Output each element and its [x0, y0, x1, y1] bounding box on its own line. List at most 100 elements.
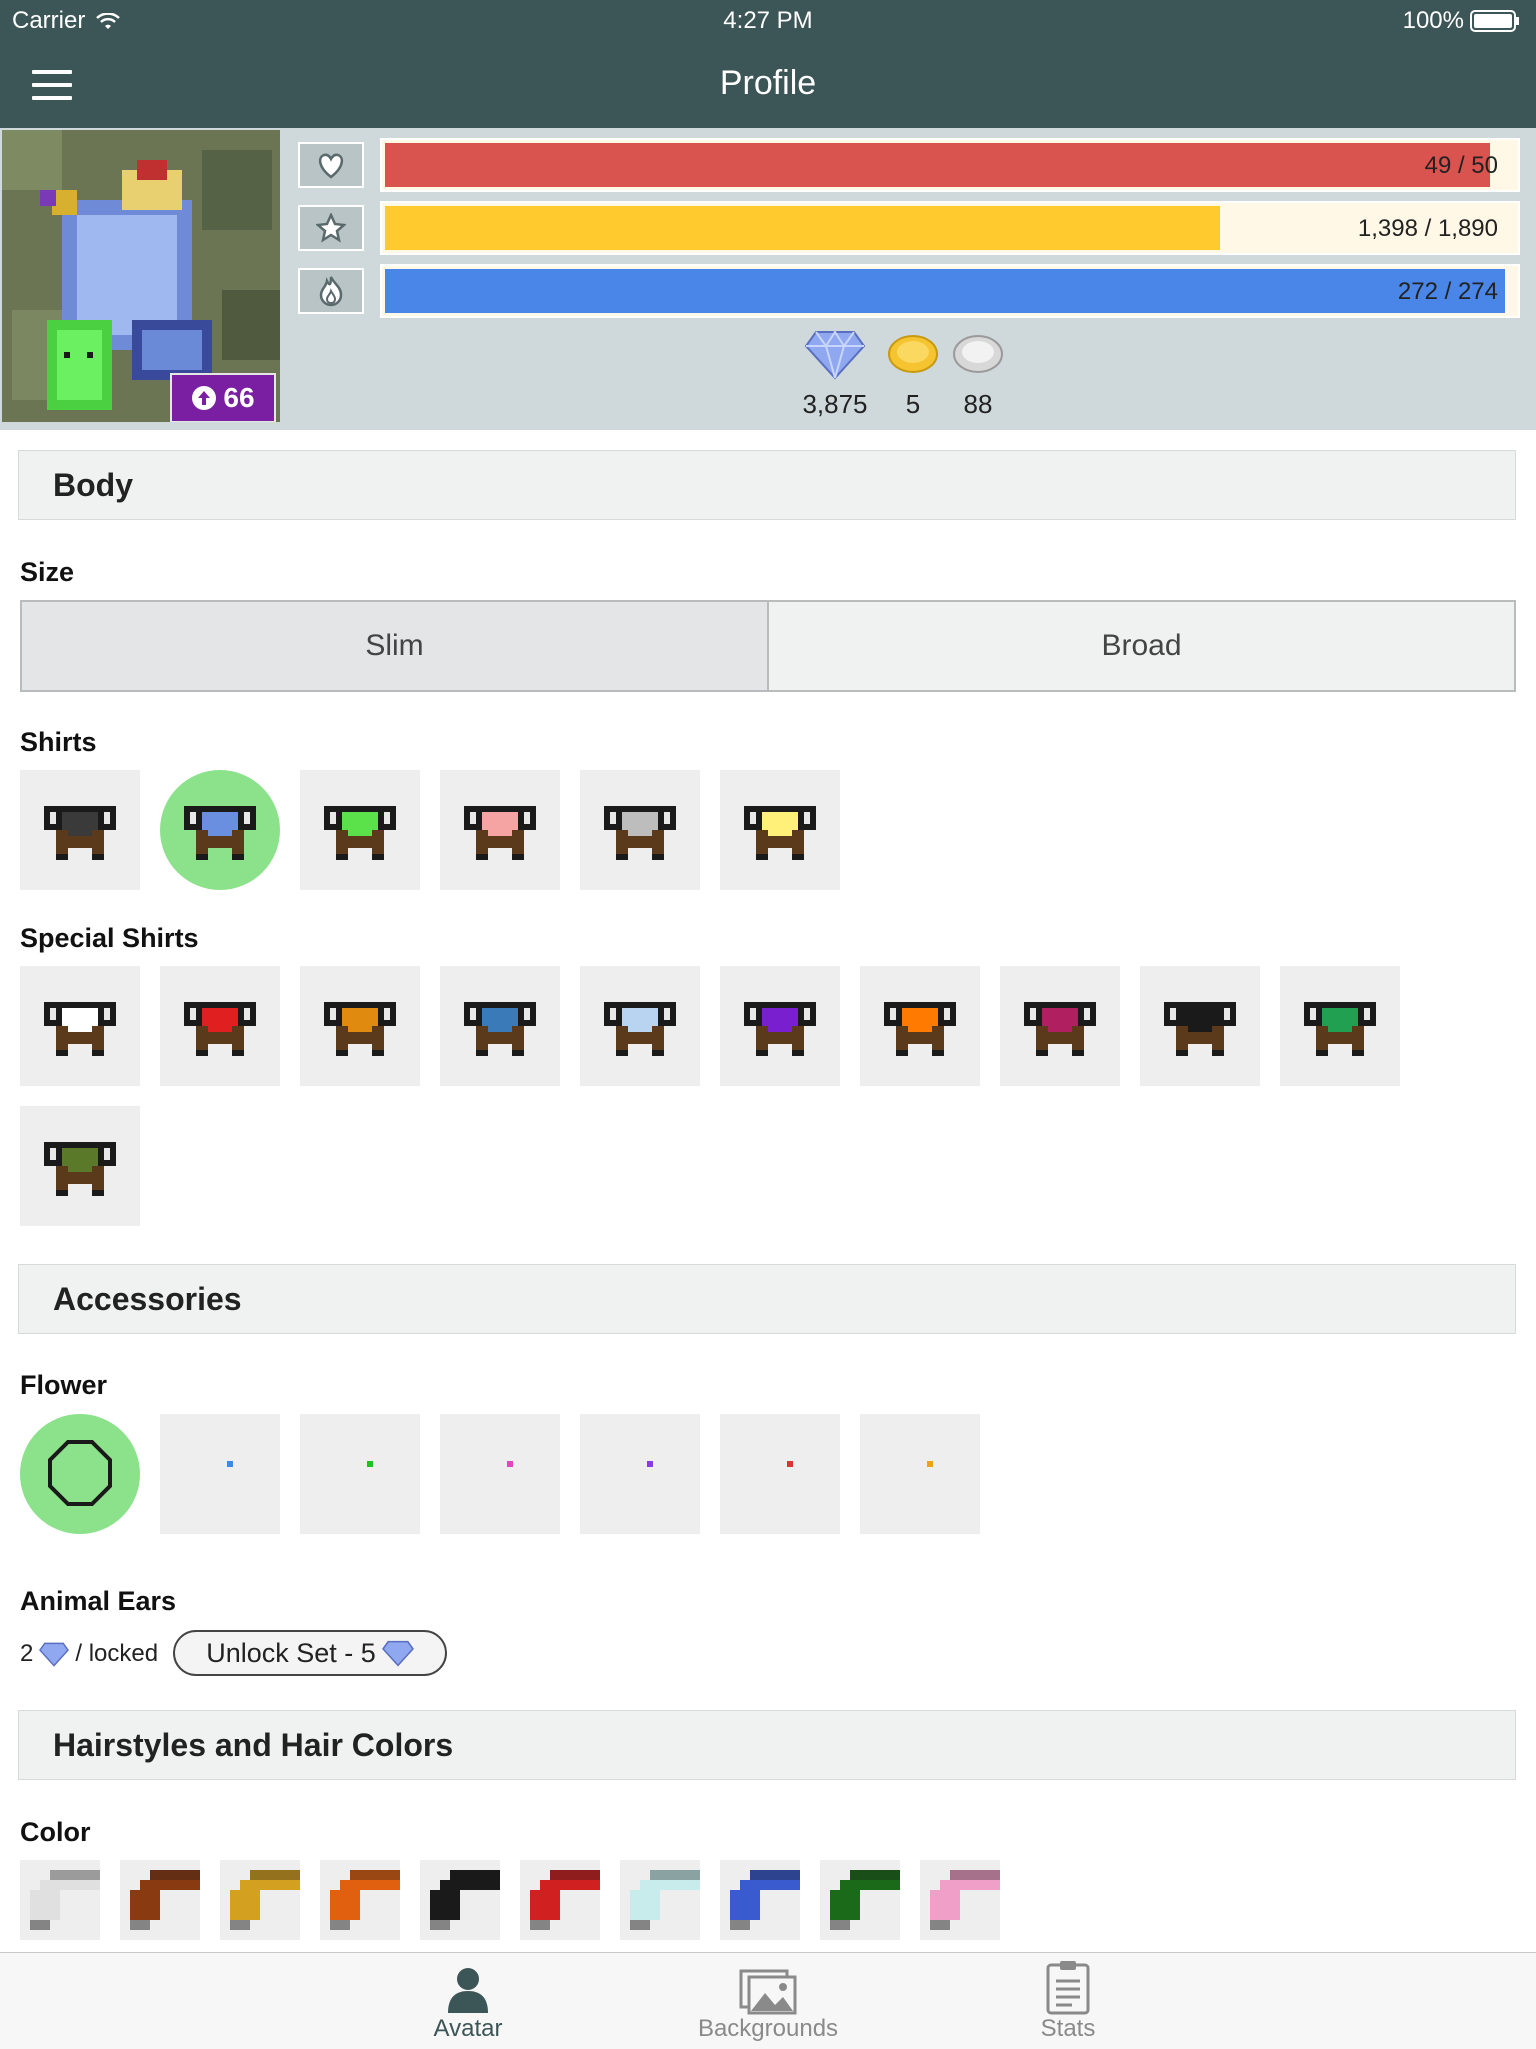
section-hair-title: Hairstyles and Hair Colors [53, 1727, 454, 1763]
flower-option-7[interactable] [860, 1414, 980, 1534]
flower-option-5[interactable] [580, 1414, 700, 1534]
silver-currency: 88 [938, 332, 1018, 420]
special-shirt-option-10[interactable] [1280, 966, 1400, 1086]
hair-color-option-5[interactable] [420, 1860, 500, 1940]
hair-color-option-3[interactable] [220, 1860, 300, 1940]
avatar-image[interactable]: 66 [2, 130, 280, 422]
battery-icon [1470, 10, 1519, 32]
section-body-header: Body [18, 450, 1516, 520]
special-shirt-option-8[interactable] [1000, 966, 1120, 1086]
flower-option-2[interactable] [160, 1414, 280, 1534]
gold-coin-icon [888, 335, 938, 373]
tab-avatar[interactable]: Avatar [368, 1959, 568, 2043]
special-shirt-option-6[interactable] [720, 966, 840, 1086]
special-shirt-option-4[interactable] [440, 966, 560, 1086]
tab-avatar-label: Avatar [433, 2015, 503, 2042]
shirt-option-4[interactable] [440, 770, 560, 890]
special-shirt-option-1[interactable] [20, 966, 140, 1086]
page-title: Profile [719, 64, 817, 102]
animal-ears-lock-status: 2 / locked [20, 1640, 158, 1668]
shirt-option-2[interactable] [160, 770, 280, 890]
silver-coin-icon [953, 335, 1003, 373]
pictures-icon [739, 1969, 797, 2015]
hair-color-option-6[interactable] [520, 1860, 600, 1940]
flame-icon [298, 268, 364, 314]
tab-backgrounds[interactable]: Backgrounds [668, 1959, 868, 2043]
unlock-set-label: Unlock Set - 5 [206, 1637, 376, 1668]
special-shirt-option-2[interactable] [160, 966, 280, 1086]
gem-icon [381, 1640, 414, 1667]
gem-count: 3,875 [802, 389, 868, 419]
hair-color-option-10[interactable] [920, 1860, 1000, 1940]
flower-option-6[interactable] [720, 1414, 840, 1534]
tab-bar: Avatar Backgrounds Stats [0, 1952, 1536, 2049]
level-value: 66 [223, 382, 255, 413]
mana-bar-fill [385, 269, 1505, 313]
shirt-option-5[interactable] [580, 770, 700, 890]
health-bar: 49 / 50 [380, 138, 1520, 192]
hair-color-label: Color [20, 1817, 91, 1847]
experience-bar: 1,398 / 1,890 [380, 201, 1520, 255]
size-option-slim[interactable]: Slim [22, 602, 769, 690]
flower-option-4[interactable] [440, 1414, 560, 1534]
shirt-option-6[interactable] [720, 770, 840, 890]
clock: 4:27 PM [723, 7, 813, 34]
hair-color-option-7[interactable] [620, 1860, 700, 1940]
navigation-bar: Profile [0, 42, 1536, 128]
battery-percent: 100% [1402, 7, 1464, 34]
special-shirt-option-5[interactable] [580, 966, 700, 1086]
star-icon [298, 205, 364, 251]
shirt-option-3[interactable] [300, 770, 420, 890]
flower-label: Flower [20, 1370, 108, 1400]
special-shirt-option-11[interactable] [20, 1106, 140, 1226]
level-badge: 66 [170, 373, 276, 422]
tab-backgrounds-label: Backgrounds [697, 2015, 839, 2042]
section-hair-header: Hairstyles and Hair Colors [18, 1710, 1516, 1780]
gem-icon [804, 330, 866, 380]
clipboard-icon [1046, 1961, 1090, 2015]
animal-ears-status: / locked [75, 1640, 159, 1667]
mana-bar: 272 / 274 [380, 264, 1520, 318]
hair-color-option-8[interactable] [720, 1860, 800, 1940]
silver-count: 88 [963, 389, 993, 419]
size-option-broad[interactable]: Broad [769, 602, 1514, 690]
experience-value: 1,398 / 1,890 [1357, 215, 1498, 242]
hair-color-option-9[interactable] [820, 1860, 900, 1940]
experience-bar-row: 1,398 / 1,890 [298, 201, 1520, 255]
tab-stats-label: Stats [1040, 2015, 1096, 2042]
section-body-title: Body [53, 467, 133, 503]
mana-value: 272 / 274 [1397, 278, 1498, 305]
flower-option-3[interactable] [300, 1414, 420, 1534]
section-accessories-header: Accessories [18, 1264, 1516, 1334]
special-shirt-option-9[interactable] [1140, 966, 1260, 1086]
heart-icon [298, 142, 364, 188]
health-value: 49 / 50 [1424, 152, 1498, 179]
health-bar-fill [385, 143, 1490, 187]
shirts-label: Shirts [20, 727, 97, 757]
battery-indicator: 100% [1403, 7, 1520, 35]
animal-ears-label: Animal Ears [20, 1586, 177, 1616]
experience-bar-fill [385, 206, 1220, 250]
size-segmented-control: Slim Broad [20, 600, 1516, 692]
flower-option-1[interactable] [20, 1414, 140, 1534]
hair-color-option-1[interactable] [20, 1860, 100, 1940]
special-shirt-option-3[interactable] [300, 966, 420, 1086]
shirt-option-1[interactable] [20, 770, 140, 890]
mana-bar-row: 272 / 274 [298, 264, 1520, 318]
level-up-arrow-icon [192, 386, 217, 410]
hair-color-option-4[interactable] [320, 1860, 400, 1940]
hair-color-option-2[interactable] [120, 1860, 200, 1940]
special-shirts-label: Special Shirts [20, 923, 199, 953]
size-label: Size [20, 557, 75, 587]
gem-currency: 3,875 [795, 328, 875, 420]
profile-header: 66 49 / 50 1,398 / 1,890 272 / 274 3,875 [0, 128, 1536, 430]
unlock-set-button[interactable]: Unlock Set - 5 [173, 1630, 447, 1676]
special-shirt-option-7[interactable] [860, 966, 980, 1086]
section-accessories-title: Accessories [53, 1281, 242, 1317]
avatar-person-icon [448, 1968, 488, 2013]
health-bar-row: 49 / 50 [298, 138, 1520, 192]
status-bar: Carrier 4:27 PM 100% [0, 0, 1536, 42]
animal-ears-price: 2 [20, 1640, 34, 1667]
gem-icon [39, 1642, 70, 1667]
tab-stats[interactable]: Stats [968, 1959, 1168, 2043]
